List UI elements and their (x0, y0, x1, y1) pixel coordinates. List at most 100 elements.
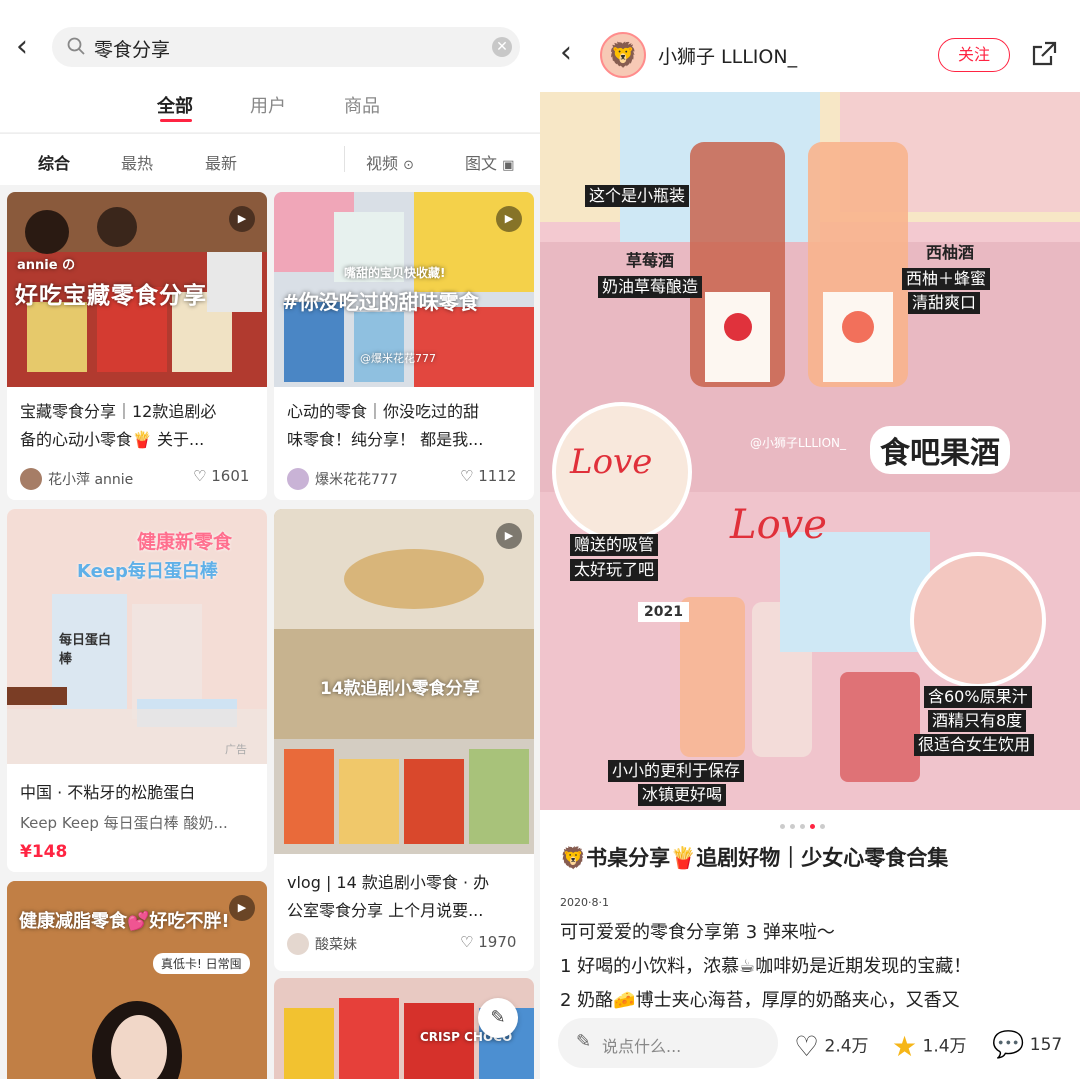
like-count[interactable]: ♡ 1970 (460, 933, 516, 951)
photo-label: 这个是小瓶装 (585, 185, 690, 207)
note-card[interactable]: ▶ 健康减脂零食💕好吃不胖! 真低卡! 日常囤 (7, 881, 267, 1079)
filter-video-label: 视频 (366, 154, 399, 173)
like-button[interactable]: ♡ 2.4万 (794, 1030, 869, 1063)
author-name[interactable]: 小狮子 LLLION_ (658, 42, 797, 69)
note-card[interactable]: CRISP CHOCO ✎ (274, 978, 534, 1079)
back-icon[interactable]: ‹ (16, 30, 46, 64)
play-icon: ▶ (496, 523, 522, 549)
calendar-year: 2021 (638, 602, 689, 622)
love-straw-text: Love (570, 442, 653, 482)
filter-newest[interactable]: 最新 (205, 150, 237, 174)
card-title-line: 味零食！纯分享！ 都是我... (287, 430, 484, 449)
note-detail-screen: ‹ 🦁 小狮子 LLLION_ 关注 这个是小瓶装 草莓酒 奶油草莓酿造 西柚酒… (540, 0, 1080, 1079)
back-icon[interactable]: ‹ (560, 36, 572, 70)
carousel-dot (800, 824, 805, 829)
overlay-caption: 健康新零食 (137, 531, 233, 553)
photo-label: 酒精只有8度 (928, 710, 1027, 732)
avatar (287, 468, 309, 490)
photo-watermark: @小狮子LLLION_ (750, 436, 847, 450)
photo-label: 冰镇更好喝 (638, 784, 727, 806)
avatar[interactable]: 🦁 (600, 32, 646, 78)
collect-button[interactable]: ★ 1.4万 (892, 1030, 967, 1063)
photo-label: 赠送的吸管 (570, 534, 659, 556)
note-body-line: 可可爱爱的零食分享第 3 弹来啦～ (560, 922, 835, 943)
search-results-screen: ‹ 零食分享 ✕ 全部 用户 商品 综合 最热 最新 视频 ⊙ 图文 ▣ ▶ a… (0, 0, 540, 1079)
price: ¥148 (20, 842, 68, 862)
overlay-caption: #你没吃过的甜味零食 (282, 290, 479, 314)
card-title-line: 心动的零食｜你没吃过的甜 (287, 402, 480, 421)
search-header: ‹ 零食分享 ✕ (0, 0, 540, 86)
note-title: 🦁书桌分享🍟追剧好物｜少女心零食合集 (560, 846, 949, 870)
pack-label: 每日蛋白棒 (59, 633, 112, 667)
heart-icon: ♡ (460, 933, 474, 951)
collect-count-value: 1.4万 (922, 1036, 967, 1057)
carousel-dot (790, 824, 795, 829)
filter-image-label: 图文 (465, 154, 498, 173)
comment-input[interactable]: ✎ 说点什么... (558, 1018, 778, 1068)
filter-comprehensive[interactable]: 综合 (38, 150, 70, 174)
star-icon: ★ (892, 1030, 918, 1063)
card-author[interactable]: 爆米花花777 (287, 468, 398, 490)
overlay-caption: 14款追剧小零食分享 (320, 679, 480, 699)
card-title-line: 备的心动小零食🍟 关于... (20, 430, 205, 449)
card-title: vlog | 14 款追剧小零食 · 办公室零食分享 上个月说要... (287, 869, 523, 925)
note-photo[interactable]: 这个是小瓶装 草莓酒 奶油草莓酿造 西柚酒 西柚＋蜂蜜 清甜爽口 食吧果酒 @小… (540, 92, 1080, 810)
tab-products[interactable]: 商品 (344, 92, 380, 118)
like-count[interactable]: ♡ 1601 (193, 467, 249, 485)
photo-label: 西柚酒 (926, 243, 975, 262)
like-count[interactable]: ♡ 1112 (460, 467, 516, 485)
card-title-line: vlog | 14 款追剧小零食 · 办 (287, 873, 490, 892)
note-card[interactable]: ▶ annie の 好吃宝藏零食分享 宝藏零食分享｜12款追剧必 备的心动小零食🍟… (7, 192, 267, 500)
comment-button[interactable]: 💬 157 (992, 1030, 1062, 1060)
photo-label: 很适合女生饮用 (914, 734, 1035, 756)
search-input[interactable]: 零食分享 ✕ (52, 27, 520, 67)
photo-label: 西柚＋蜂蜜 (902, 268, 991, 290)
bottom-action-bar: ✎ 说点什么... ♡ 2.4万 ★ 1.4万 💬 157 (540, 1010, 1080, 1079)
image-icon: ▣ (502, 158, 515, 173)
tab-all[interactable]: 全部 (157, 92, 193, 118)
card-author[interactable]: 酸菜妹 (287, 933, 357, 955)
overlay-caption-small: 嘴甜的宝贝快收藏! (344, 266, 446, 280)
card-subtitle: Keep Keep 每日蛋白棒 酸奶... (20, 814, 228, 832)
comment-placeholder: 说点什么... (602, 1037, 682, 1056)
photo-watermark: @爆米花花777 (360, 352, 436, 365)
card-title-line: 宝藏零食分享｜12款追剧必 (20, 402, 217, 421)
tab-users[interactable]: 用户 (250, 92, 286, 118)
card-title: 中国 · 不粘牙的松脆蛋白 (20, 783, 196, 802)
like-count-value: 2.4万 (824, 1036, 869, 1057)
card-title: 宝藏零食分享｜12款追剧必 备的心动小零食🍟 关于... (20, 398, 256, 454)
note-header: ‹ 🦁 小狮子 LLLION_ 关注 (540, 0, 1080, 92)
chat-bubble-icon: 💬 (992, 1030, 1025, 1060)
like-count-value: 1112 (478, 467, 517, 485)
filter-image[interactable]: 图文 ▣ (465, 150, 514, 174)
carousel-dot (780, 824, 785, 829)
like-count-value: 1970 (478, 933, 517, 951)
card-title-line: 公室零食分享 上个月说要... (287, 901, 484, 920)
edit-icon[interactable]: ✎ (478, 998, 518, 1038)
ad-product-card[interactable]: 健康新零食 Keep每日蛋白棒 每日蛋白棒 广告 中国 · 不粘牙的松脆蛋白 K… (7, 509, 267, 872)
photo-label: 草莓酒 (626, 251, 675, 270)
note-body-line: 2 奶酪🧀博士夹心海苔，厚厚的奶酪夹心，又香又 (560, 990, 960, 1011)
play-icon: ▶ (496, 206, 522, 232)
filter-hottest[interactable]: 最热 (121, 150, 153, 174)
photo-label: 太好玩了吧 (570, 559, 659, 581)
active-tab-indicator (160, 119, 192, 122)
result-tabs: 全部 用户 商品 (0, 86, 540, 132)
photo-label: 奶油草莓酿造 (598, 276, 703, 298)
ad-badge: 广告 (225, 743, 247, 756)
avatar (287, 933, 309, 955)
follow-button[interactable]: 关注 (938, 38, 1010, 72)
carousel-dot (820, 824, 825, 829)
note-card[interactable]: ▶ 14款追剧小零食分享 vlog | 14 款追剧小零食 · 办公室零食分享 … (274, 509, 534, 971)
carousel-dot-active (810, 824, 815, 829)
card-author[interactable]: 花小萍 annie (20, 468, 133, 490)
heart-icon: ♡ (794, 1030, 820, 1063)
divider (344, 146, 345, 172)
filter-video[interactable]: 视频 ⊙ (366, 150, 414, 174)
play-icon: ▶ (229, 895, 255, 921)
note-card[interactable]: ▶ 嘴甜的宝贝快收藏! #你没吃过的甜味零食 @爆米花花777 心动的零食｜你没… (274, 192, 534, 500)
clear-icon[interactable]: ✕ (492, 37, 512, 57)
heart-icon: ♡ (460, 467, 474, 485)
share-icon[interactable] (1030, 40, 1058, 68)
avatar (20, 468, 42, 490)
